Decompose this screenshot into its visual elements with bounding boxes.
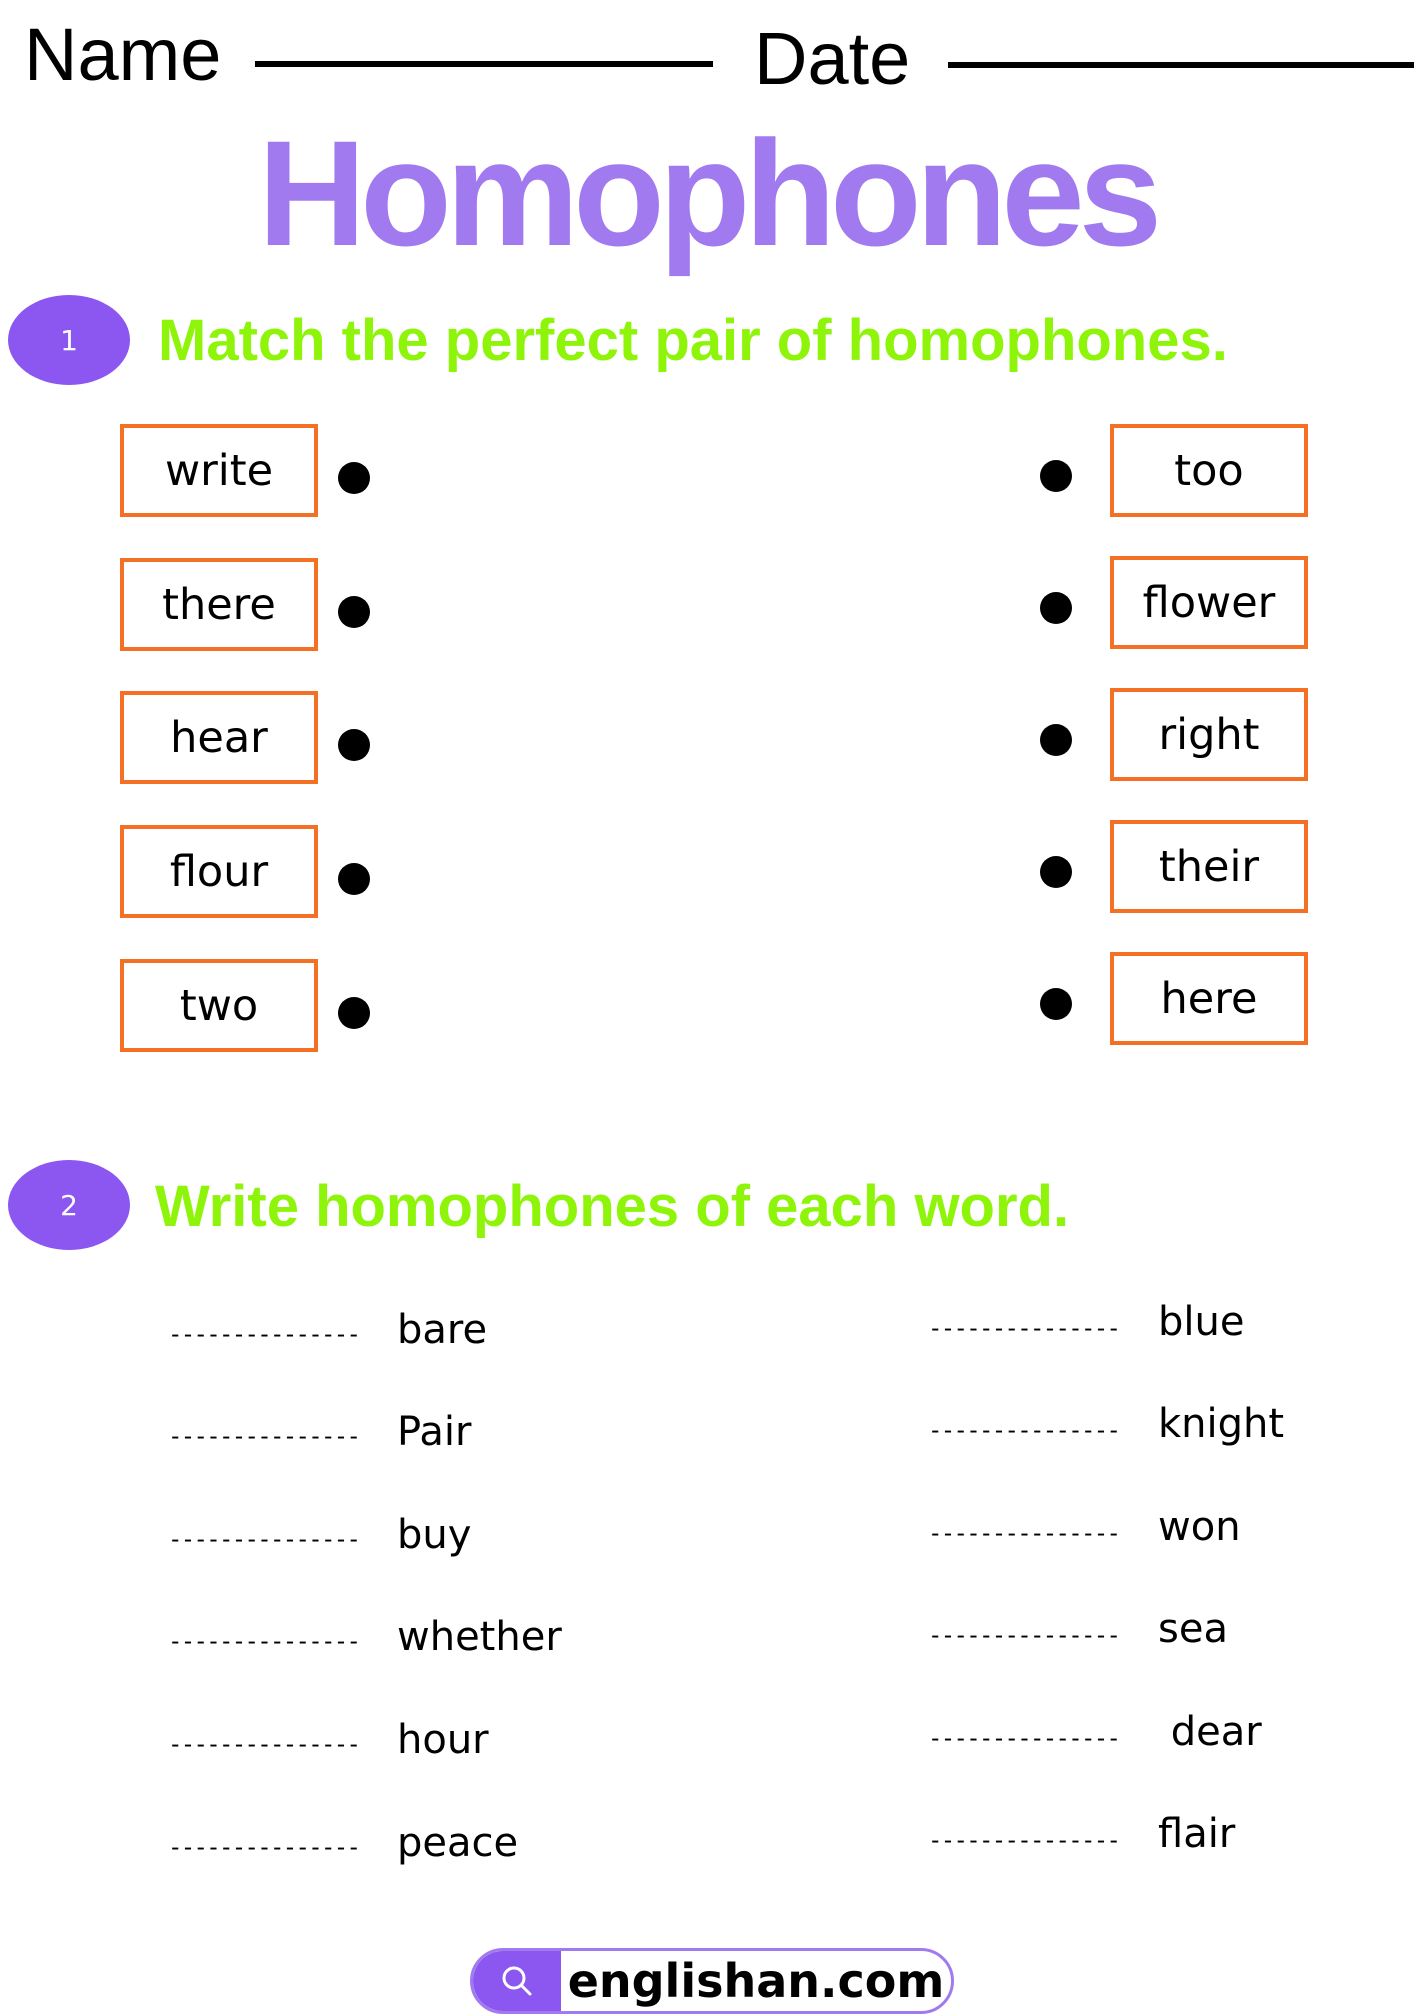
match-right-word-box: here	[1110, 952, 1308, 1045]
match-right-word-box: right	[1110, 688, 1308, 781]
prompt-word: won	[1158, 1504, 1241, 1550]
match-left-word: write	[164, 445, 274, 496]
website-url[interactable]: englishan.com	[561, 1958, 951, 2004]
match-left-word: there	[162, 579, 276, 630]
match-right-dot[interactable]	[1040, 460, 1072, 492]
match-right-word: right	[1158, 709, 1260, 760]
section-2-heading: Write homophones of each word.	[155, 1174, 1070, 1239]
match-right-dot[interactable]	[1040, 856, 1072, 888]
match-left-dot[interactable]	[338, 863, 370, 895]
match-left-word-box: flour	[120, 825, 318, 918]
search-button[interactable]	[473, 1951, 561, 2011]
search-icon	[502, 1966, 532, 1996]
prompt-word: flair	[1158, 1811, 1236, 1857]
answer-blank[interactable]: ---------------	[168, 1424, 361, 1448]
match-right-word-box: too	[1110, 424, 1308, 517]
prompt-word: sea	[1158, 1606, 1228, 1652]
match-left-dot[interactable]	[338, 596, 370, 628]
match-left-word: flour	[169, 846, 269, 897]
match-right-dot[interactable]	[1040, 988, 1072, 1020]
answer-blank[interactable]: ---------------	[168, 1732, 361, 1756]
answer-blank[interactable]: ---------------	[928, 1828, 1121, 1852]
match-right-word: too	[1174, 445, 1244, 496]
match-right-word: flower	[1142, 577, 1276, 628]
answer-blank[interactable]: ---------------	[168, 1835, 361, 1859]
answer-blank[interactable]: ---------------	[928, 1623, 1121, 1647]
match-left-word: two	[179, 980, 259, 1031]
match-left-word-box: write	[120, 424, 318, 517]
match-right-dot[interactable]	[1040, 592, 1072, 624]
date-label: Date	[754, 17, 911, 100]
section-1-number: 1	[60, 323, 78, 357]
date-field-line[interactable]	[948, 62, 1414, 68]
match-left-word: hear	[170, 712, 268, 763]
prompt-word: knight	[1158, 1401, 1285, 1447]
match-right-word: their	[1158, 841, 1260, 892]
prompt-word: peace	[397, 1820, 519, 1866]
prompt-word: dear	[1158, 1709, 1262, 1755]
section-1-number-badge: 1	[8, 295, 130, 385]
section-2-number-badge: 2	[8, 1160, 130, 1250]
match-right-word: here	[1160, 973, 1258, 1024]
answer-blank[interactable]: ---------------	[928, 1726, 1121, 1750]
match-left-dot[interactable]	[338, 462, 370, 494]
answer-blank[interactable]: ---------------	[928, 1418, 1121, 1442]
match-left-word-box: there	[120, 558, 318, 651]
match-left-dot[interactable]	[338, 729, 370, 761]
match-right-word-box: flower	[1110, 556, 1308, 649]
worksheet-title: Homophones	[257, 109, 1162, 277]
section-1-heading: Match the perfect pair of homophones.	[158, 308, 1228, 373]
section-2-number: 2	[60, 1188, 78, 1222]
match-left-dot[interactable]	[338, 997, 370, 1029]
match-right-dot[interactable]	[1040, 724, 1072, 756]
answer-blank[interactable]: ---------------	[168, 1322, 361, 1346]
prompt-word: Pair	[397, 1409, 472, 1455]
prompt-word: bare	[397, 1307, 488, 1353]
name-field-line[interactable]	[255, 61, 713, 67]
answer-blank[interactable]: ---------------	[168, 1629, 361, 1653]
answer-blank[interactable]: ---------------	[928, 1521, 1121, 1545]
match-left-word-box: hear	[120, 691, 318, 784]
prompt-word: hour	[397, 1717, 489, 1763]
prompt-word: blue	[1158, 1299, 1245, 1345]
prompt-word: whether	[397, 1614, 562, 1660]
match-right-word-box: their	[1110, 820, 1308, 913]
name-label: Name	[24, 13, 222, 96]
answer-blank[interactable]: ---------------	[928, 1316, 1121, 1340]
match-left-word-box: two	[120, 959, 318, 1052]
prompt-word: buy	[397, 1512, 472, 1558]
answer-blank[interactable]: ---------------	[168, 1527, 361, 1551]
website-search-bar[interactable]: englishan.com	[470, 1948, 954, 2014]
